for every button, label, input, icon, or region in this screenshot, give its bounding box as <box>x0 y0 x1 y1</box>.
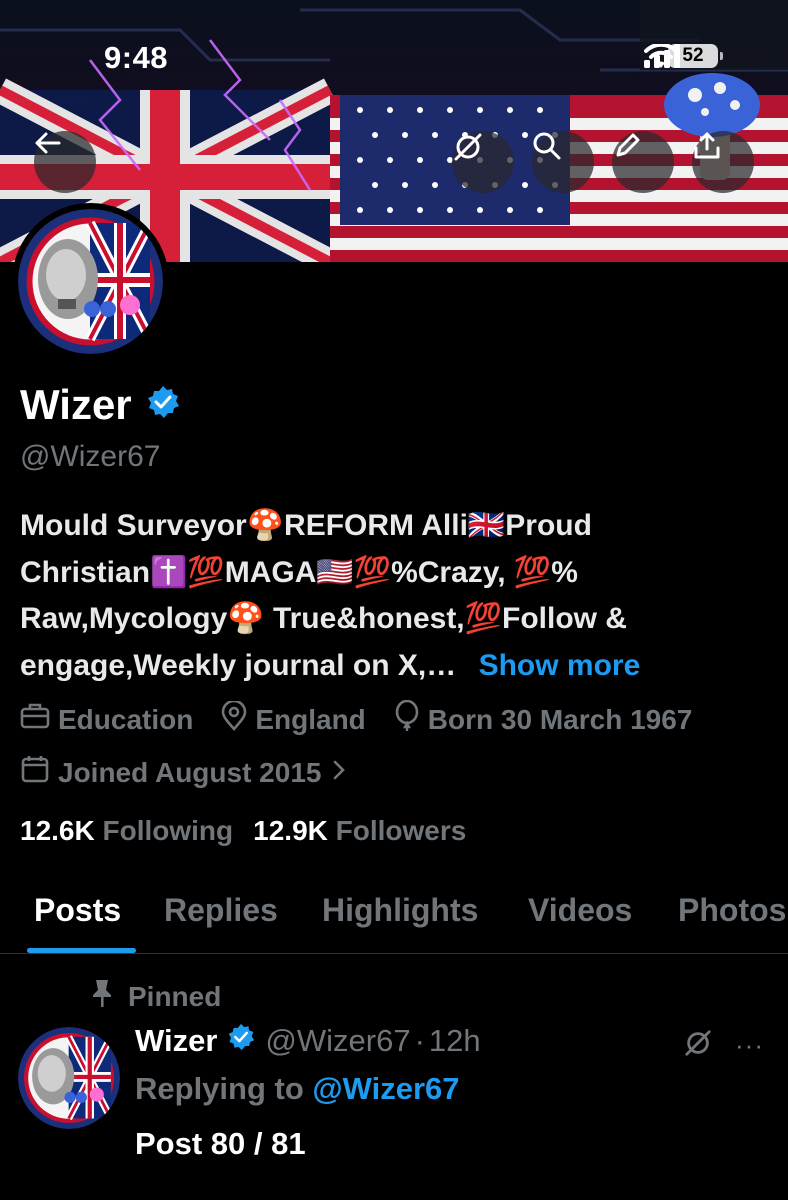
replying-prefix: Replying to <box>135 1071 304 1106</box>
edit-button[interactable] <box>612 131 674 193</box>
pin-icon <box>90 978 114 1015</box>
post-more-button[interactable]: ··· <box>735 1030 764 1061</box>
show-more-link[interactable]: Show more <box>479 649 641 682</box>
profile-category: Education <box>20 702 193 737</box>
profile-birthday: Born 30 March 1967 <box>394 699 693 739</box>
chevron-right-icon <box>331 757 347 789</box>
location-label: England <box>255 703 366 735</box>
battery-indicator: 52 <box>668 44 723 68</box>
profile-avatar[interactable] <box>12 203 169 360</box>
joined-item: Joined August 2015 <box>20 754 321 791</box>
bio-line: Raw,Mycology🍄 True&honest,💯Follow & <box>20 602 627 635</box>
post-time[interactable]: 12h <box>429 1023 481 1059</box>
profile-location: England <box>221 699 366 738</box>
replying-handle-link[interactable]: @Wizer67 <box>312 1071 459 1106</box>
profile-meta-row: Education England Born 30 March 1967 <box>20 699 720 739</box>
tab-videos[interactable]: Videos <box>528 892 632 929</box>
profile-bio: Mould Surveyor🍄REFORM Alli🇬🇧Proud Christ… <box>20 503 780 689</box>
post-header: Wizer @Wizer67 · 12h <box>135 1023 481 1059</box>
post-author-handle[interactable]: @Wizer67 <box>265 1023 410 1059</box>
replying-to: Replying to @Wizer67 <box>135 1071 460 1107</box>
bio-line-last: engage,Weekly journal on X,… Show more <box>20 643 780 690</box>
grok-button[interactable] <box>452 131 514 193</box>
search-button[interactable] <box>532 131 594 193</box>
avatar-image <box>18 209 163 354</box>
birthday-label: Born 30 March 1967 <box>427 703 693 735</box>
share-button[interactable] <box>692 131 754 193</box>
bio-line: engage,Weekly journal on X,… <box>20 648 457 682</box>
status-time: 9:48 <box>104 40 169 75</box>
back-button[interactable] <box>34 131 96 193</box>
location-pin-icon <box>221 699 247 738</box>
profile-joined[interactable]: Joined August 2015 <box>20 754 347 791</box>
post-grok-button[interactable] <box>683 1028 713 1063</box>
bio-line: Mould Surveyor🍄REFORM Alli🇬🇧Proud <box>20 509 592 542</box>
calendar-icon <box>20 754 50 791</box>
tab-replies[interactable]: Replies <box>164 892 278 929</box>
briefcase-icon <box>20 702 50 737</box>
grok-icon <box>683 1030 713 1062</box>
profile-name-text: Wizer <box>20 381 132 428</box>
status-icons: 52 <box>644 44 723 68</box>
tab-highlights[interactable]: Highlights <box>322 892 478 929</box>
post-separator: · <box>414 1023 425 1058</box>
following-link[interactable]: 12.6K Following <box>20 815 233 847</box>
profile-tabs: Posts Replies Highlights Videos Photos <box>0 870 788 954</box>
verified-badge-icon <box>146 381 180 429</box>
post-author-avatar[interactable] <box>18 1027 120 1129</box>
followers-link[interactable]: 12.9K Followers <box>253 815 466 847</box>
profile-handle: @Wizer67 <box>20 440 161 473</box>
joined-label: Joined August 2015 <box>58 756 322 788</box>
follow-stats: 12.6K Following 12.9K Followers <box>20 815 466 847</box>
tab-posts[interactable]: Posts <box>34 892 121 929</box>
bio-line: Christian✝️💯MAGA🇺🇸💯%Crazy, 💯% <box>20 555 578 589</box>
post-author-name[interactable]: Wizer <box>135 1023 217 1059</box>
post-text: Post 80 / 81 <box>135 1126 306 1161</box>
following-label: Following <box>102 815 234 846</box>
pinned-label: Pinned <box>90 978 221 1015</box>
pinned-text: Pinned <box>128 980 222 1012</box>
verified-badge-icon <box>227 1023 255 1059</box>
category-label: Education <box>58 703 194 735</box>
tab-photos[interactable]: Photos <box>678 892 786 929</box>
balloon-icon <box>394 699 420 739</box>
following-count: 12.6K <box>20 815 95 846</box>
followers-count: 12.9K <box>253 815 328 846</box>
profile-name: Wizer <box>20 381 180 429</box>
followers-label: Followers <box>335 815 467 846</box>
active-tab-indicator <box>27 948 136 953</box>
